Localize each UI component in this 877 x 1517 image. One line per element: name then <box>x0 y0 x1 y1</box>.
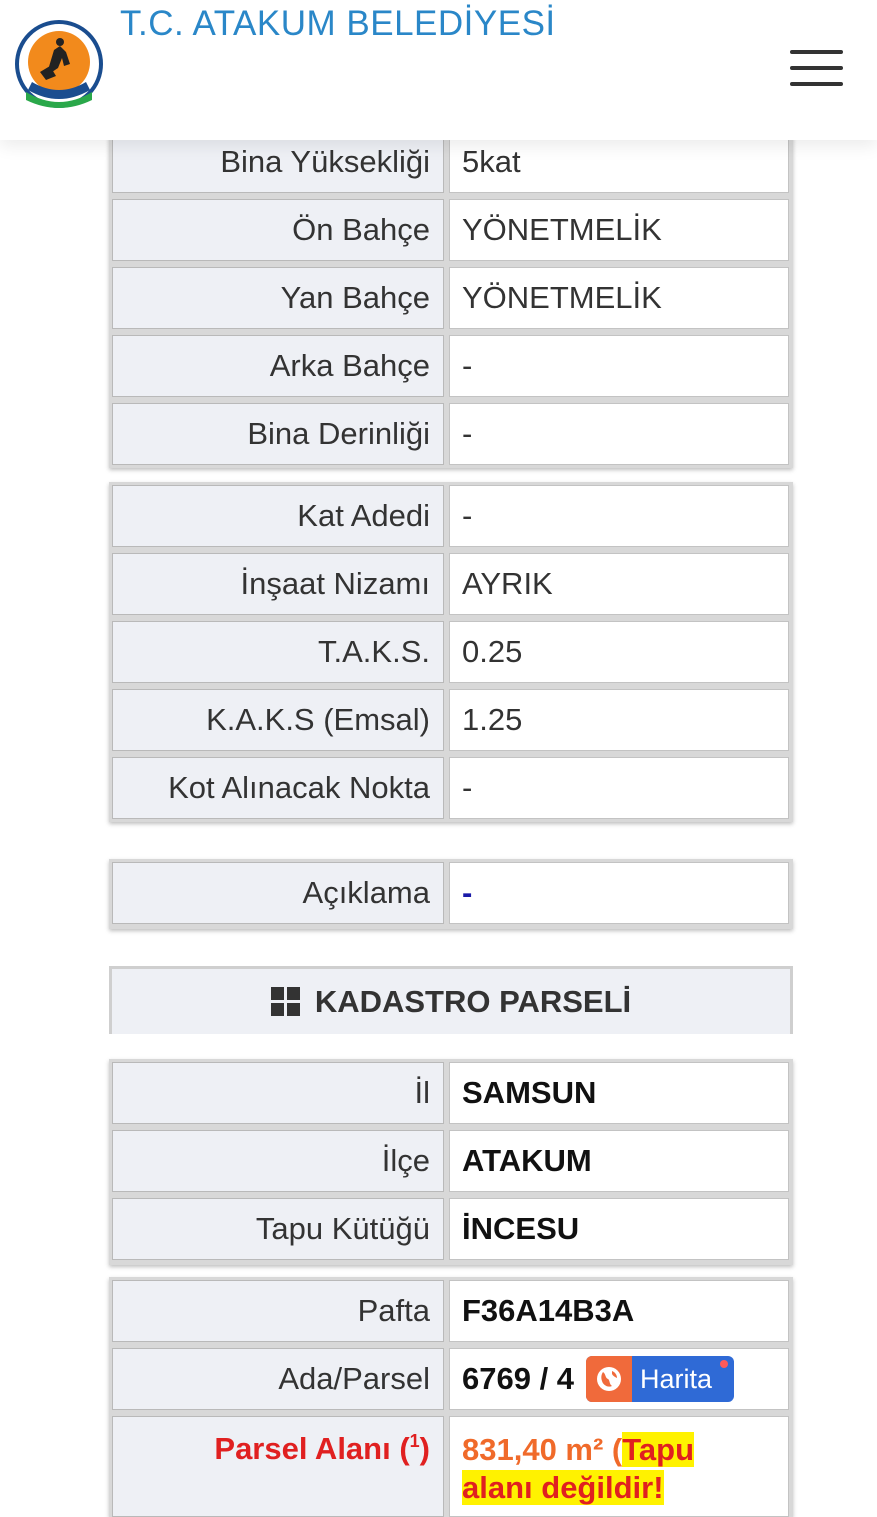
alan-footnote-marker: 1 <box>409 1431 420 1451</box>
row-value: AYRIK <box>449 553 789 615</box>
section-header: KADASTRO PARSELİ <box>109 966 793 1034</box>
density-table: Kat Adedi - İnşaat Nizamı AYRIK T.A.K.S.… <box>109 482 793 822</box>
row-label: İlçe <box>112 1130 444 1192</box>
row-label: İnşaat Nizamı <box>112 553 444 615</box>
table-row: Yan Bahçe YÖNETMELİK <box>109 264 793 332</box>
row-value: YÖNETMELİK <box>449 267 789 329</box>
table-row: Arka Bahçe - <box>109 332 793 400</box>
row-value: - <box>449 757 789 819</box>
row-label: Kat Adedi <box>112 485 444 547</box>
alan-label-end: ) <box>419 1431 430 1466</box>
harita-label: Harita <box>640 1363 713 1394</box>
table-row: Pafta F36A14B3A <box>109 1277 793 1345</box>
building-table: Bina Yüksekliği 5kat Ön Bahçe YÖNETMELİK… <box>109 128 793 468</box>
row-value: - <box>449 335 789 397</box>
row-label: Bina Derinliği <box>112 403 444 465</box>
site-header: T.C. ATAKUM BELEDİYESİ <box>0 0 877 140</box>
location-table: İl SAMSUN İlçe ATAKUM Tapu Kütüğü İNCESU <box>109 1059 793 1265</box>
hamburger-menu-icon[interactable] <box>785 48 845 90</box>
row-value: - <box>449 485 789 547</box>
atakum-logo[interactable] <box>10 20 108 112</box>
ada-parsel-value: 6769 / 4 <box>462 1361 575 1396</box>
notification-dot <box>720 1360 729 1368</box>
row-label: Arka Bahçe <box>112 335 444 397</box>
row-label: K.A.K.S (Emsal) <box>112 689 444 751</box>
table-row: Ada/Parsel 6769 / 4 Harita <box>109 1345 793 1413</box>
alan-label-text: Parsel Alanı ( <box>214 1431 410 1466</box>
pafta-value: F36A14B3A <box>449 1280 789 1342</box>
table-row: Kat Adedi - <box>109 482 793 550</box>
row-value: İNCESU <box>449 1198 789 1260</box>
row-value: 0.25 <box>449 621 789 683</box>
parcel-table: Pafta F36A14B3A Ada/Parsel 6769 / 4 Hari… <box>109 1277 793 1517</box>
table-row: Tapu Kütüğü İNCESU <box>109 1195 793 1263</box>
table-row: İlçe ATAKUM <box>109 1127 793 1195</box>
row-value: 5kat <box>449 131 789 193</box>
row-value: SAMSUN <box>449 1062 789 1124</box>
row-value: - <box>449 403 789 465</box>
table-row: T.A.K.S. 0.25 <box>109 618 793 686</box>
row-label: Bina Yüksekliği <box>112 131 444 193</box>
table-row: K.A.K.S (Emsal) 1.25 <box>109 686 793 754</box>
parsel-alani-label: Parsel Alanı (1) <box>112 1416 444 1517</box>
globe-icon <box>586 1356 633 1402</box>
table-row: Açıklama - <box>109 859 793 927</box>
alan-note-highlight: Tapu <box>622 1432 695 1467</box>
row-label: Tapu Kütüğü <box>112 1198 444 1260</box>
table-row: İl SAMSUN <box>109 1059 793 1127</box>
table-row: Kot Alınacak Nokta - <box>109 754 793 822</box>
table-row: Parsel Alanı (1) 831,40 m² (Tapu alanı d… <box>109 1413 793 1517</box>
site-title[interactable]: T.C. ATAKUM BELEDİYESİ <box>120 4 556 44</box>
row-label: Açıklama <box>112 862 444 924</box>
page-content: Bina Yüksekliği 5kat Ön Bahçe YÖNETMELİK… <box>0 0 877 1517</box>
ada-parsel-cell: 6769 / 4 Harita <box>449 1348 789 1410</box>
row-label: Kot Alınacak Nokta <box>112 757 444 819</box>
note-table: Açıklama - <box>109 859 793 929</box>
row-label: İl <box>112 1062 444 1124</box>
ada-parsel-label: Ada/Parsel <box>112 1348 444 1410</box>
parsel-alani-value: 831,40 m² (Tapu alanı değildir! <box>449 1416 789 1517</box>
row-value: - <box>449 862 789 924</box>
harita-button[interactable]: Harita <box>586 1356 735 1402</box>
alan-value: 831,40 m² ( <box>462 1432 623 1467</box>
row-value: YÖNETMELİK <box>449 199 789 261</box>
table-row: Ön Bahçe YÖNETMELİK <box>109 196 793 264</box>
pafta-label: Pafta <box>112 1280 444 1342</box>
section-title: KADASTRO PARSELİ <box>314 983 632 1019</box>
row-label: T.A.K.S. <box>112 621 444 683</box>
table-row: İnşaat Nizamı AYRIK <box>109 550 793 618</box>
row-value: ATAKUM <box>449 1130 789 1192</box>
grid-icon <box>270 986 301 1017</box>
row-label: Ön Bahçe <box>112 199 444 261</box>
table-row: Bina Derinliği - <box>109 400 793 468</box>
row-label: Yan Bahçe <box>112 267 444 329</box>
row-value: 1.25 <box>449 689 789 751</box>
